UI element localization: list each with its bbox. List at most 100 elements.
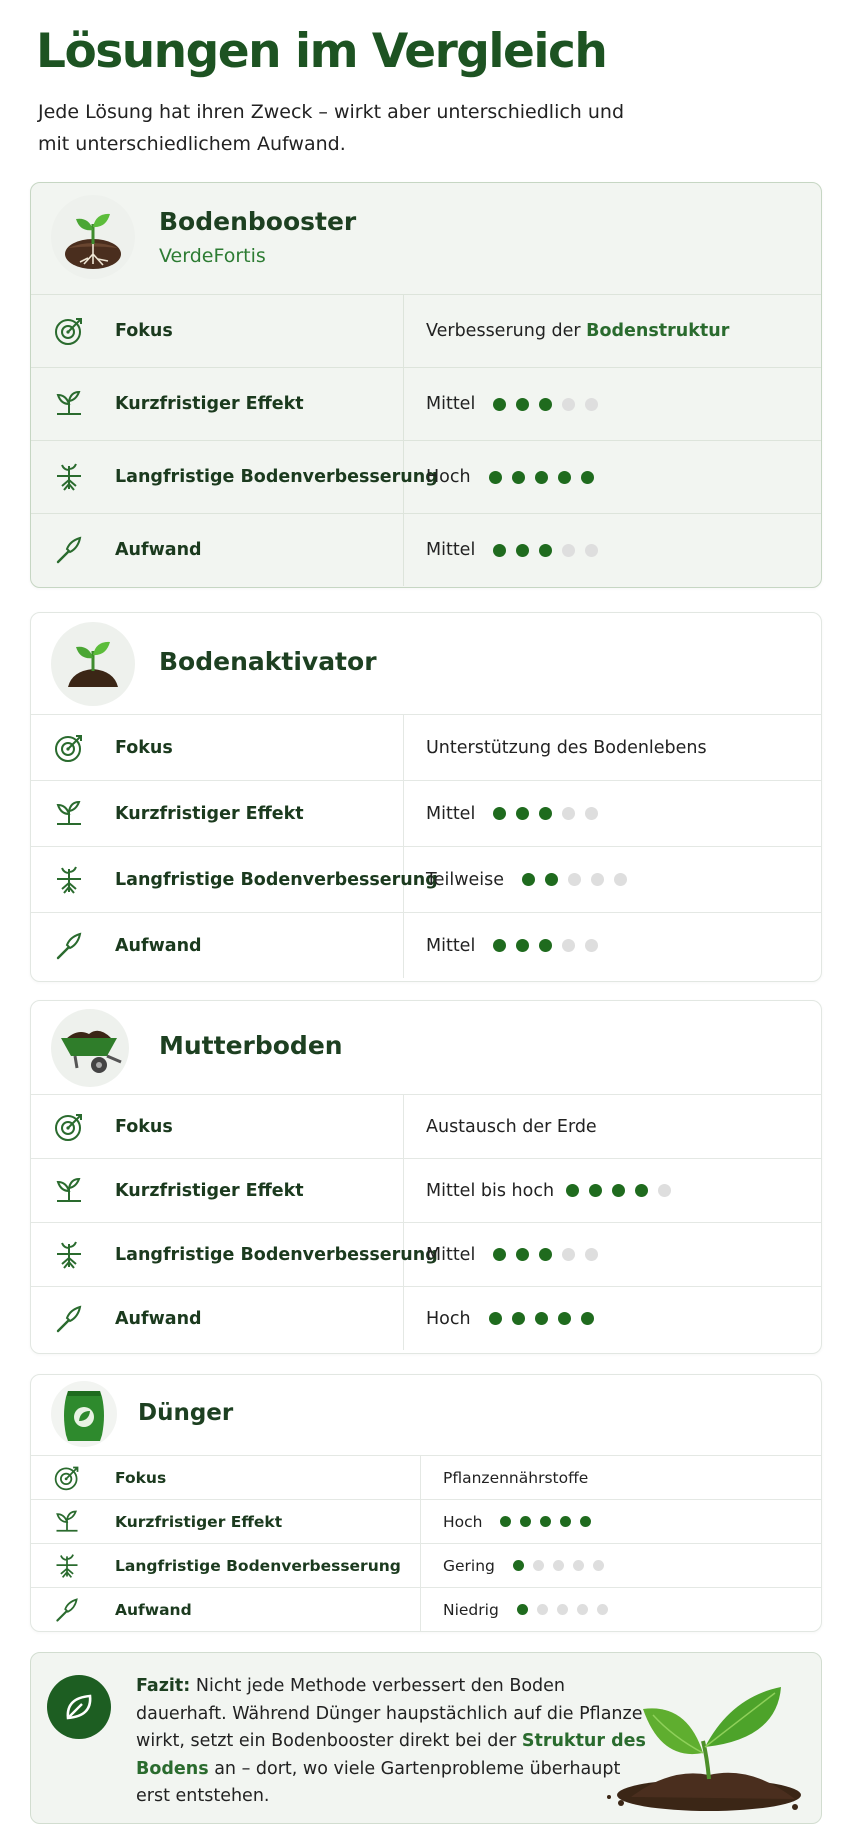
row-label: Fokus — [115, 1116, 173, 1137]
rating-dot-empty — [562, 939, 576, 952]
rating-dot-empty — [592, 1560, 604, 1571]
rating-dots — [522, 873, 637, 886]
row-value: Unterstützung des Bodenlebens — [426, 737, 707, 758]
rating-dot-filled — [539, 807, 553, 820]
rating-dot-empty — [572, 1560, 584, 1571]
rating-dot-filled — [516, 939, 530, 952]
row-value: Mittel — [426, 1245, 608, 1265]
row-label: Langfristige Bodenverbesserung — [115, 1244, 438, 1265]
rating-dot-filled — [516, 1248, 530, 1261]
rating-dot-empty — [562, 1248, 576, 1261]
rating-dot-filled — [493, 1248, 507, 1261]
row-label: Aufwand — [115, 1600, 192, 1619]
rating-dots — [566, 1184, 681, 1197]
seedling-roots-icon — [51, 195, 135, 279]
rating-dots — [493, 397, 608, 411]
rating-dot-empty — [562, 807, 576, 820]
rating-dot-filled — [512, 1560, 524, 1571]
rating-dots — [493, 939, 608, 952]
rating-dot-filled — [540, 1516, 552, 1527]
rating-dots — [500, 1516, 600, 1527]
table-row-fokus: Fokus Pflanzennährstoffe — [31, 1455, 821, 1499]
sprout-icon — [56, 1510, 78, 1532]
rating-dot-filled — [488, 1312, 502, 1325]
rating-dot-empty — [556, 1604, 568, 1615]
trowel-icon — [56, 1305, 82, 1332]
trowel-icon — [56, 536, 82, 564]
row-value: Mittel — [426, 936, 608, 956]
card-mutterboden: Mutterboden Fokus Austausch der Erde Kur… — [30, 1000, 822, 1354]
rating-dot-empty — [568, 873, 582, 886]
trowel-icon — [56, 932, 82, 959]
table-row-kurzfristig: Kurzfristiger Effekt Mittel — [31, 367, 821, 440]
row-value: Mittel — [426, 394, 608, 414]
rating-dot-filled — [635, 1184, 649, 1197]
rating-dot-filled — [539, 1248, 553, 1261]
rating-dot-filled — [539, 939, 553, 952]
rating-dot-empty — [585, 397, 599, 411]
rating-dots — [516, 1604, 617, 1615]
rating-dot-filled — [493, 939, 507, 952]
fertilizer-bag-icon — [51, 1381, 117, 1447]
row-value: Austausch der Erde — [426, 1116, 597, 1137]
card-title: Dünger — [138, 1400, 234, 1426]
table-row-aufwand: Aufwand Mittel — [31, 513, 821, 586]
rating-dot-filled — [522, 873, 536, 886]
row-label: Aufwand — [115, 540, 202, 560]
leaf-icon — [47, 1675, 111, 1739]
rating-dot-filled — [511, 470, 525, 484]
target-icon — [55, 1113, 82, 1141]
rating-dot-empty — [585, 939, 599, 952]
rating-dot-empty — [614, 873, 628, 886]
rating-dot-filled — [539, 543, 553, 557]
table-row-fokus: Fokus Verbesserung der Bodenstruktur — [31, 294, 821, 367]
roots-icon — [57, 866, 81, 894]
rating-dot-filled — [493, 543, 507, 557]
table-row-langfristig: Langfristige Bodenverbesserung Teilweise — [31, 846, 821, 912]
table-row-aufwand: Aufwand Mittel — [31, 912, 821, 978]
row-value: Hoch — [443, 1513, 600, 1531]
row-value: Hoch — [426, 1309, 604, 1329]
rating-dots — [512, 1560, 613, 1571]
table-row-aufwand: Aufwand Niedrig — [31, 1587, 821, 1631]
rating-dot-filled — [493, 397, 507, 411]
fazit-text: Fazit: Nicht jede Methode verbessert den… — [136, 1676, 646, 1806]
card-duenger: Dünger Fokus Pflanzennährstoffe Kurzfris… — [30, 1374, 822, 1632]
sprout-icon — [56, 1177, 81, 1202]
target-icon — [54, 1466, 79, 1490]
table-row-langfristig: Langfristige Bodenverbesserung Hoch — [31, 440, 821, 513]
sprout-icon — [56, 800, 81, 825]
rating-dot-empty — [585, 543, 599, 557]
row-value: Verbesserung der Bodenstruktur — [426, 321, 730, 341]
rating-dot-filled — [516, 397, 530, 411]
row-value: Mittel — [426, 540, 608, 560]
card-title: Bodenaktivator — [159, 647, 377, 676]
row-label: Fokus — [115, 321, 173, 341]
page-intro: Jede Lösung hat ihren Zweck – wirkt aber… — [38, 101, 625, 155]
rating-dot-filled — [580, 1516, 592, 1527]
target-icon — [55, 318, 82, 345]
rating-dot-empty — [552, 1560, 564, 1571]
table-row-langfristig: Langfristige Bodenverbesserung Gering — [31, 1543, 821, 1587]
rating-dot-filled — [534, 1312, 548, 1325]
table-row-kurzfristig: Kurzfristiger Effekt Mittel — [31, 780, 821, 846]
rating-dot-filled — [580, 470, 594, 484]
rating-dot-empty — [585, 1248, 599, 1261]
row-label: Kurzfristiger Effekt — [115, 1512, 283, 1531]
rating-dot-empty — [658, 1184, 672, 1197]
rating-dots — [493, 807, 608, 820]
row-value: Mittel bis hoch — [426, 1181, 681, 1201]
rating-dot-empty — [596, 1604, 608, 1615]
rating-dot-filled — [488, 470, 502, 484]
rating-dot-filled — [516, 543, 530, 557]
rating-dot-filled — [557, 1312, 571, 1325]
row-value: Pflanzennährstoffe — [443, 1468, 589, 1487]
rating-dot-filled — [516, 807, 530, 820]
roots-icon — [56, 1553, 78, 1578]
row-label: Fokus — [115, 1468, 167, 1487]
rating-dot-filled — [560, 1516, 572, 1527]
rating-dots — [493, 543, 608, 557]
table-row-langfristig: Langfristige Bodenverbesserung Mittel — [31, 1222, 821, 1286]
seedling-soil-icon — [51, 622, 135, 706]
rating-dot-filled — [566, 1184, 580, 1197]
